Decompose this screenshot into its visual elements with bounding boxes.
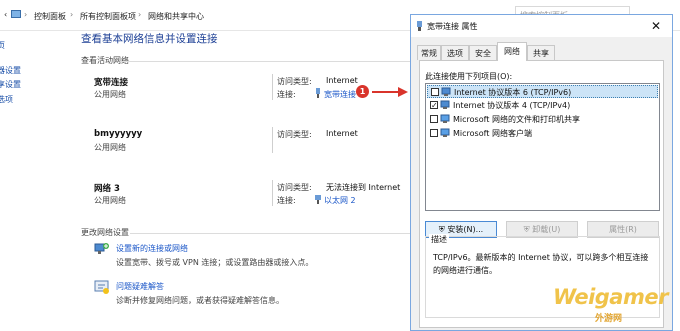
tab-networking[interactable]: 网络 — [497, 42, 527, 61]
change-settings-heading: 更改网络设置 — [81, 228, 129, 237]
client-checkbox[interactable] — [430, 129, 438, 137]
tab-options[interactable]: 选项 — [441, 45, 469, 60]
list-item-ipv6[interactable]: Internet 协议版本 6 (TCP/IPv6) — [427, 85, 658, 98]
watermark-text: Weigamer — [553, 285, 668, 309]
protocol-icon — [440, 100, 450, 110]
network-name: bmyyyyyy — [94, 129, 143, 139]
network-name: 网络 3 — [94, 184, 120, 194]
watermark-logo: Weigamer 外游网 — [553, 285, 668, 324]
watermark-subtext: 外游网 — [595, 314, 623, 324]
protocol-icon — [441, 87, 451, 97]
list-item-label: Internet 协议版本 6 (TCP/IPv6) — [454, 88, 572, 97]
access-type-value: Internet — [326, 76, 358, 85]
list-item-label: Microsoft 网络的文件和打印机共享 — [453, 115, 580, 124]
close-icon[interactable]: ✕ — [647, 18, 665, 34]
install-button-label: 安装(N)... — [447, 225, 484, 234]
access-type-label: 访问类型: — [277, 77, 312, 86]
connection-label: 连接: — [277, 90, 296, 99]
sidebar-item-adapter[interactable]: 器设置 — [0, 65, 21, 76]
list-item-file-sharing[interactable]: Microsoft 网络的文件和打印机共享 — [427, 113, 658, 126]
divider — [130, 233, 410, 234]
client-icon — [440, 128, 450, 138]
shield-icon: ⛨ — [523, 225, 533, 234]
troubleshoot-description: 诊断并修复网络问题，或者获得疑难解答信息。 — [116, 296, 284, 305]
access-type-value: 无法连接到 Internet — [326, 183, 401, 192]
file-sharing-checkbox[interactable] — [430, 115, 438, 123]
divider — [272, 127, 273, 153]
list-item-ipv4[interactable]: ✓ Internet 协议版本 4 (TCP/IPv4) — [427, 99, 658, 112]
sidebar-item-home[interactable]: 页 — [0, 40, 5, 51]
breadcrumb-item-all-items[interactable]: 所有控制面板项 — [80, 11, 136, 22]
list-item-client[interactable]: Microsoft 网络客户端 — [427, 127, 658, 140]
breadcrumb-item-network-center[interactable]: 网络和共享中心 — [148, 11, 204, 22]
service-icon — [440, 114, 450, 124]
list-item-label: Microsoft 网络客户端 — [453, 129, 532, 138]
network-type: 公用网络 — [94, 90, 126, 99]
breadcrumb-separator: › — [138, 10, 142, 19]
ethernet-icon — [314, 194, 322, 204]
breadcrumb-separator: › — [24, 10, 28, 19]
divider — [272, 74, 273, 100]
uninstall-button-label: 卸载(U) — [532, 225, 561, 234]
control-panel-icon — [11, 9, 21, 19]
connection-items-list[interactable]: Internet 协议版本 6 (TCP/IPv6) ✓ Internet 协议… — [425, 83, 660, 211]
network-setup-icon — [94, 241, 110, 257]
access-type-label: 访问类型: — [277, 183, 312, 192]
page-title: 查看基本网络信息并设置连接 — [81, 33, 218, 45]
breadcrumb-item-control-panel[interactable]: 控制面板 — [34, 11, 66, 22]
network-type: 公用网络 — [94, 143, 126, 152]
access-type-label: 访问类型: — [277, 130, 312, 139]
connection-link-broadband[interactable]: 宽带连接 — [324, 89, 356, 100]
ipv4-checkbox[interactable]: ✓ — [430, 101, 438, 110]
divider — [120, 61, 410, 62]
breadcrumb-separator: › — [70, 10, 74, 19]
annotation-arrow-icon — [372, 87, 408, 97]
items-list-label: 此连接使用下列项目(O): — [425, 72, 513, 81]
dialog-title: 宽带连接 属性 — [427, 22, 478, 31]
description-text: TCP/IPv6。最新版本的 Internet 协议，可以跨多个相互连接的网络进… — [433, 253, 649, 275]
properties-dialog: 宽带连接 属性 ✕ 常规 选项 安全 网络 共享 此连接使用下列项目(O): I… — [410, 14, 673, 331]
back-arrow-icon[interactable]: ‹ — [4, 10, 7, 19]
troubleshoot-link[interactable]: 问题疑难解答 — [116, 281, 164, 292]
divider — [272, 180, 273, 206]
access-type-value: Internet — [326, 129, 358, 138]
broadband-connection-icon — [415, 21, 424, 31]
setup-connection-description: 设置宽带、拨号或 VPN 连接；或设置路由器或接入点。 — [116, 258, 314, 267]
ipv6-checkbox[interactable] — [431, 88, 439, 96]
description-label: 描述 — [429, 234, 449, 245]
sidebar-item-sharing[interactable]: 享设置 — [0, 79, 21, 90]
network-name: 宽带连接 — [94, 78, 129, 88]
setup-connection-link[interactable]: 设置新的连接或网络 — [116, 243, 188, 254]
list-item-label: Internet 协议版本 4 (TCP/IPv4) — [453, 101, 571, 110]
connection-label: 连接: — [277, 196, 296, 205]
tab-security[interactable]: 安全 — [469, 45, 497, 60]
tab-sharing[interactable]: 共享 — [527, 45, 555, 60]
connection-link-ethernet[interactable]: 以太网 2 — [324, 195, 356, 206]
annotation-badge: 1 — [356, 85, 369, 98]
network-type: 公用网络 — [94, 196, 126, 205]
troubleshoot-icon — [94, 279, 110, 295]
tab-general[interactable]: 常规 — [417, 45, 441, 60]
sidebar-item-options[interactable]: 选项 — [0, 94, 13, 105]
dialog-titlebar[interactable]: 宽带连接 属性 ✕ — [411, 15, 672, 37]
broadband-connection-icon — [314, 88, 322, 98]
